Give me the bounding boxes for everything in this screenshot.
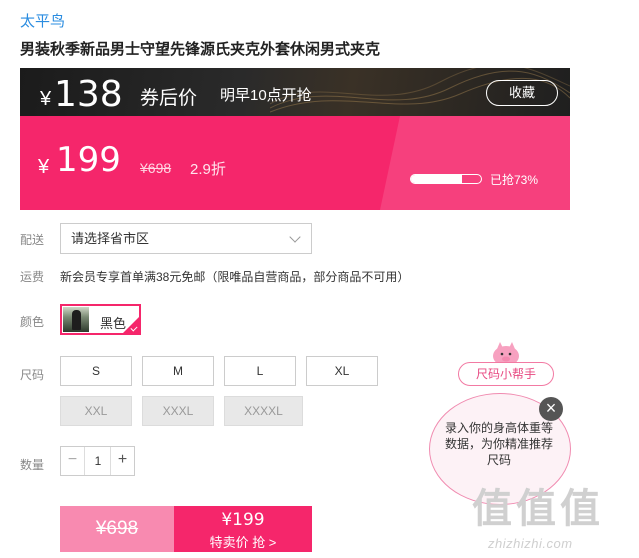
sale-price: 199 (56, 140, 121, 180)
buy-action-label: 特卖价 抢 > (209, 535, 277, 550)
original-price: ¥698 (140, 160, 172, 176)
presale-banner: ¥ 138 券后价 明早10点开抢 收藏 (20, 68, 570, 116)
size-option-l[interactable]: L (224, 356, 296, 386)
freight-label: 运费 (20, 270, 45, 284)
size-helper-button[interactable]: 尺码小帮手 (458, 362, 554, 386)
buy-special-price: ¥199 (221, 510, 265, 530)
freight-text: 新会员专享首单满38元免邮（限唯品自营商品，部分商品不可用） (60, 270, 410, 284)
quantity-value[interactable]: 1 (85, 447, 111, 475)
size-label: 尺码 (20, 368, 45, 382)
size-option-xl[interactable]: XL (306, 356, 378, 386)
banner-shade (380, 116, 570, 210)
size-helper-message: 录入你的身高体重等数据，为你精准推荐尺码 (444, 421, 553, 467)
watermark-url: zhizhizhi.com (488, 536, 573, 551)
size-option-xxl: XXL (60, 396, 132, 426)
favorite-button[interactable]: 收藏 (486, 80, 558, 106)
buy-original-price: ¥698 (60, 506, 174, 552)
sold-percent-label: 已抢73% (490, 173, 539, 187)
size-option-xxxxl: XXXXL (224, 396, 303, 426)
quantity-increase-button[interactable]: + (110, 447, 134, 475)
sale-start-time: 明早10点开抢 (220, 87, 312, 104)
coupon-price: 138 (54, 74, 123, 115)
coupon-label: 券后价 (140, 88, 198, 109)
brand-link[interactable]: 太平鸟 (20, 10, 65, 31)
sold-progress-bar (410, 174, 482, 184)
selected-corner (123, 317, 139, 333)
product-thumbnail (63, 307, 89, 332)
color-label: 颜色 (20, 315, 45, 329)
size-option-s[interactable]: S (60, 356, 132, 386)
shipping-label: 配送 (20, 233, 45, 247)
region-select[interactable]: 请选择省市区 (60, 223, 312, 254)
quantity-decrease-button[interactable]: − (61, 447, 85, 475)
product-title: 男装秋季新品男士守望先锋源氏夹克外套休闲男式夹克 (20, 41, 381, 58)
chevron-down-icon (289, 231, 301, 243)
buy-button[interactable]: ¥199 特卖价 抢 > (174, 506, 312, 552)
quantity-label: 数量 (20, 458, 45, 472)
discount-label: 2.9折 (190, 161, 226, 178)
size-option-m[interactable]: M (142, 356, 214, 386)
region-select-placeholder: 请选择省市区 (71, 231, 150, 246)
coupon-currency: ¥ (40, 88, 52, 110)
sold-progress-fill (411, 175, 463, 183)
price-banner: ¥ 199 ¥698 2.9折 已抢73% (20, 116, 570, 210)
close-icon[interactable]: × (539, 397, 563, 421)
color-option-black[interactable]: 黑色 (60, 304, 141, 335)
watermark-logo: 值值值 (472, 485, 604, 532)
sale-currency: ¥ (38, 156, 50, 178)
size-option-xxxl: XXXL (142, 396, 214, 426)
quantity-stepper: − 1 + (60, 446, 135, 476)
